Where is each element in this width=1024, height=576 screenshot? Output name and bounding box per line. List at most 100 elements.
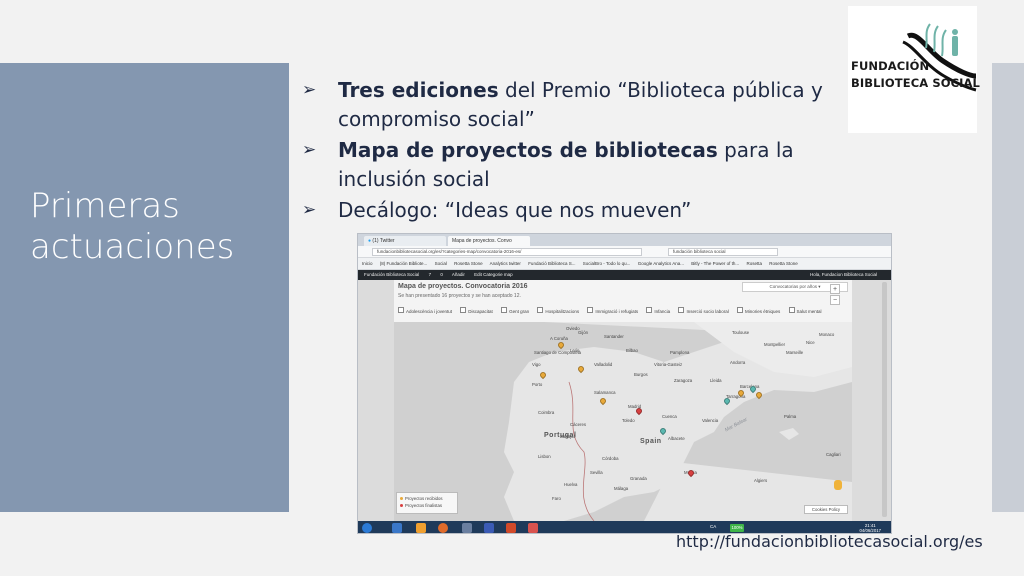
filter-checkbox: Inserció socio laboral [678,309,728,314]
city-label: Salamanca [594,390,616,395]
bookmark: Google Analytics Ana... [637,261,684,266]
web-page: Mapa de proyectos. Convocatoria 2016 Se … [358,280,891,521]
filter-checkbox: Infancia [646,309,670,314]
legend-finalists: Proyectos finalistas [405,503,443,508]
city-label: Monaco [819,332,835,337]
city-label: Vigo [532,362,541,367]
powerpoint-icon [506,523,516,533]
browser-tab: ● (1) Twitter [364,236,446,246]
city-label: Toulouse [732,330,750,335]
bookmark: (8) Fundación Bibliote... [379,261,428,266]
year-select-label: Convocatorias por años [769,284,817,289]
browser-tab-active: Mapa de proyectos. Convo [448,236,530,246]
filter-checkbox: Discapacitat [460,309,493,314]
explorer-icon [462,523,472,533]
city-label: Pamplona [670,350,690,355]
logo-text-line1: FUNDACIÓN [851,59,930,73]
country-label: Spain [640,438,662,445]
city-label: Valencia [702,418,719,423]
language-indicator: CA [710,524,717,529]
bullet-item: ➢ Tres ediciones del Premio “Biblioteca … [298,76,853,134]
city-label: Montpellier [764,342,786,347]
country-label: Portugal [544,432,577,439]
city-label: Lisbon [538,454,551,459]
filter-checkbox: Salut mental [789,309,822,314]
dropbox-icon [392,523,402,533]
city-label: Porto [532,382,543,387]
right-band [992,63,1024,512]
footer-url-link[interactable]: http://fundacionbibliotecasocial.org/es [676,532,983,551]
slide-title: Primeras actuaciones [30,186,234,268]
admin-greeting: Hola, Fundacion Biblioteca Social [809,272,877,277]
admin-item: Edit Categorie map [474,272,513,277]
bullet-bold: Mapa de proyectos de bibliotecas [338,138,718,162]
tab-label: (1) Twitter [372,238,395,244]
category-filters: Adolescència i joventut Discapacitat Gen… [398,307,848,317]
bullet-text: Decálogo: “Ideas que nos mueven” [338,198,692,222]
legend-dot-icon [400,504,403,507]
bullet-list: ➢ Tres ediciones del Premio “Biblioteca … [298,76,853,227]
embedded-browser-screenshot: ● (1) Twitter Mapa de proyectos. Convo f… [357,233,892,534]
city-label: Andorra [730,360,746,365]
city-label: Lleida [710,378,722,383]
app-icon [528,523,538,533]
url-field: fundacionbibliotecasocial.org/es/?catego… [372,248,642,256]
city-label: Marseille [786,350,804,355]
bookmark: Rosetta [746,261,762,266]
city-label: Sevilla [590,470,603,475]
city-label: Palma [784,414,797,419]
bookmark: Rosetta Stone [454,261,483,266]
city-label: Santander [604,334,624,339]
city-label: Zaragoza [674,378,693,383]
word-icon [484,523,494,533]
filter-checkbox: Hospitalitzacions [537,309,579,314]
city-label: Albacete [668,436,685,441]
browser-search-field: fundación biblioteca social [668,248,778,256]
admin-item: Fundación Biblioteca Social [364,272,420,277]
bullet-item: ➢ Decálogo: “Ideas que nos mueven” [298,196,853,225]
filter-checkbox: Gent gran [501,309,529,314]
admin-item: Añadir [451,272,465,277]
bookmark: Social [434,261,447,266]
filter-checkbox: Minories ètniques [737,309,780,314]
bookmark: SocialBro - Todo lo qu... [582,261,631,266]
city-label: Vitoria-Gasteiz [654,362,683,367]
legend-received: Proyectos recibidos [405,496,443,501]
firefox-icon [438,523,448,533]
filter-checkbox: Adolescència i joventut [398,309,452,314]
arrow-bullet-icon: ➢ [302,140,317,160]
zoom-in-icon: + [830,284,840,294]
page-scrollbar [882,282,887,517]
start-button-icon [362,523,372,533]
admin-item: 0 [440,272,443,277]
city-label: Cáceres [570,422,587,427]
city-label: Córdoba [602,456,619,461]
city-label: Nice [806,340,815,345]
city-label: Valladolid [594,362,613,367]
bookmark: Fundació Biblioteca S... [528,261,576,266]
admin-item: 7 [428,272,432,277]
wp-admin-bar: Fundación Biblioteca Social 7 0 Añadir E… [358,270,891,280]
slide-title-line2: actuaciones [30,227,235,267]
city-label: Faro [552,496,561,501]
tab-label: Mapa de proyectos. Convo [452,238,512,244]
bookmark: Analytics twitter [489,261,521,266]
arrow-bullet-icon: ➢ [302,200,317,220]
map-legend: Proyectos recibidos Proyectos finalistas [396,492,458,514]
folder-icon [416,523,426,533]
city-label: Algiers [754,478,768,483]
title-band [0,63,289,512]
map-title: Mapa de proyectos. Convocatoria 2016 [398,283,528,290]
city-label: Cuenca [662,414,677,419]
filter-checkbox: Immigració i refugiats [587,309,638,314]
bullet-item: ➢ Mapa de proyectos de bibliotecas para … [298,136,853,194]
city-label: Málaga [614,486,629,491]
city-label: Bilbao [626,348,638,353]
map-subtitle: Se han presentado 16 proyectos y se han … [398,293,521,299]
pegman-icon [834,480,842,490]
bookmark: Bitly - The Power of th... [691,261,740,266]
city-label: Granada [630,476,647,481]
cookies-policy-link: Cookies Policy [804,505,848,514]
city-label: Huelva [564,482,578,487]
map-area: Mar Balear Toulouse Montpellier Monaco N… [394,322,852,521]
